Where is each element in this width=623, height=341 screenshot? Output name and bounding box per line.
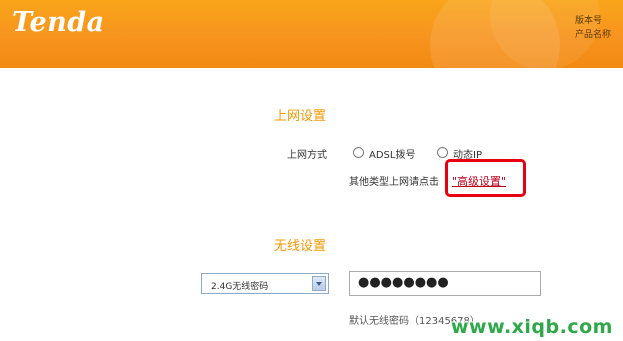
chevron-down-icon[interactable] (312, 276, 326, 291)
wireless-settings-title: 无线设置 (274, 239, 327, 254)
site-watermark: www.xiqb.com (451, 316, 613, 338)
tenda-logo: Tenda (12, 7, 105, 38)
other-type-text: 其他类型上网请点击 (349, 177, 439, 188)
version-label: 版本号 (575, 16, 603, 26)
header-banner: Tenda 版本号 产品名称 (0, 0, 623, 68)
adsl-radio[interactable] (353, 147, 364, 158)
advanced-settings-link[interactable]: "高级设置" (452, 173, 506, 189)
adsl-radio-label[interactable]: ADSL拨号 (369, 146, 415, 161)
connection-mode-label: 上网方式 (287, 150, 327, 161)
internet-settings-title: 上网设置 (274, 109, 327, 124)
select-value: 2.4G无线密码 (211, 282, 269, 292)
dynamic-ip-radio[interactable] (437, 147, 448, 158)
wireless-password-field[interactable]: ●●●●●●●● (349, 271, 541, 296)
wireless-password-select[interactable]: 2.4G无线密码 (201, 273, 329, 294)
product-name-label: 产品名称 (575, 30, 612, 40)
